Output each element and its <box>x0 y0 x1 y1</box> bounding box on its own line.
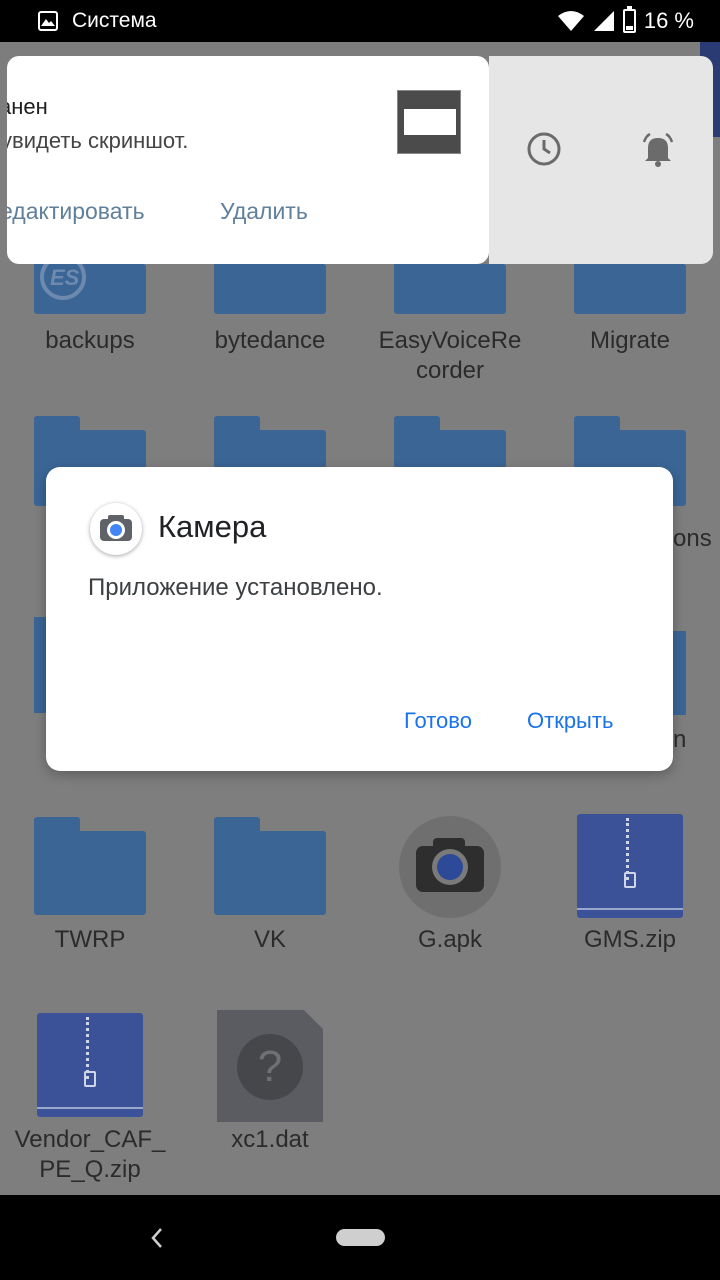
file-name: backups <box>45 327 135 354</box>
open-button[interactable]: Открыть <box>527 708 613 734</box>
folder-icon <box>394 264 506 314</box>
folder-icon[interactable] <box>673 631 686 715</box>
file-name: TWRP <box>54 926 126 953</box>
file-name: Migrate <box>589 327 671 354</box>
wifi-icon <box>557 11 584 31</box>
file-name: GMS.zip <box>583 926 676 953</box>
notification-swipe-options <box>489 56 713 264</box>
unknown-file-icon[interactable]: ? <box>217 1010 323 1122</box>
dialog-title: Камера <box>158 509 267 544</box>
delete-action-button[interactable]: Удалить <box>220 198 308 225</box>
battery-icon <box>622 6 636 33</box>
signal-icon <box>593 11 614 31</box>
camera-app-icon <box>90 503 142 555</box>
image-notification-icon <box>38 11 58 31</box>
file-name: VK <box>253 926 286 953</box>
camera-apk-icon[interactable] <box>399 816 501 918</box>
folder-icon <box>214 264 326 314</box>
notification-title: анен <box>7 94 48 119</box>
status-icons: 16 % <box>557 6 694 34</box>
partial-file-name: n <box>673 726 687 753</box>
battery-level: 16 % <box>643 8 694 33</box>
status-bar: Система 16 % <box>0 0 720 42</box>
status-app-name: Система <box>72 9 157 32</box>
image-file-icon[interactable] <box>34 617 46 713</box>
install-complete-dialog: Камера Приложение установлено. Готово От… <box>46 467 673 771</box>
folder-icon <box>34 817 146 915</box>
file-name: bytedance <box>214 327 326 354</box>
snooze-clock-icon[interactable] <box>525 130 563 168</box>
edit-action-button[interactable]: едактировать <box>7 198 145 225</box>
file-name: G.apk <box>417 926 483 953</box>
file-name: EasyVoiceRe corder <box>378 327 522 384</box>
notification-text: увидеть скриншот. <box>7 128 189 153</box>
screenshot-thumbnail[interactable] <box>397 90 461 154</box>
done-button[interactable]: Готово <box>404 708 472 734</box>
zip-icon <box>37 1013 143 1117</box>
dialog-message: Приложение установлено. <box>88 574 383 601</box>
folder-icon <box>214 817 326 915</box>
partial-file-name: ons <box>673 525 712 552</box>
navigation-bar <box>0 1195 720 1280</box>
folder-icon <box>574 264 686 314</box>
file-name: xc1.dat <box>231 1126 309 1153</box>
home-pill[interactable] <box>336 1229 385 1246</box>
file-name: Vendor_CAF_ PE_Q.zip <box>14 1126 166 1183</box>
notification-settings-bell-icon[interactable] <box>639 130 677 168</box>
back-icon[interactable] <box>148 1225 166 1251</box>
svg-text:ES: ES <box>50 265 80 290</box>
screenshot-notification[interactable]: анен увидеть скриншот. едактировать Удал… <box>7 56 489 264</box>
zip-icon <box>577 814 683 918</box>
